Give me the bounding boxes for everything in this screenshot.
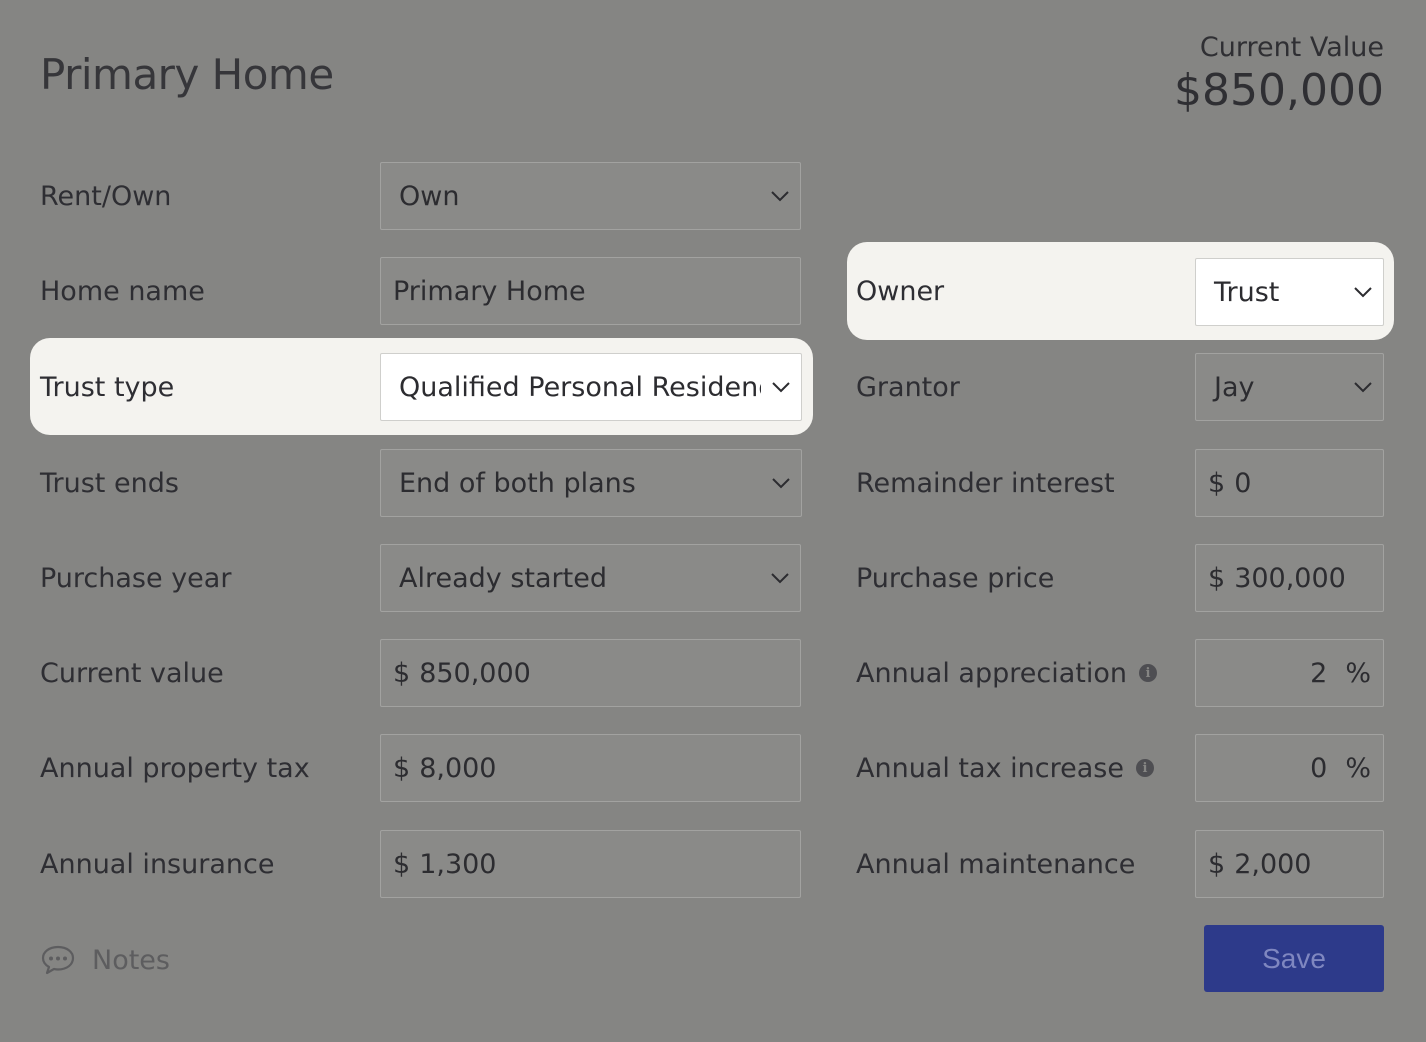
- property-tax-label: Annual property tax: [40, 752, 310, 784]
- appreciation-input[interactable]: 2 %: [1195, 639, 1384, 707]
- home-name-label: Home name: [40, 275, 205, 307]
- percent-symbol: %: [1345, 752, 1371, 784]
- owner-value: Trust: [1214, 276, 1280, 308]
- trust-type-label: Trust type: [40, 371, 175, 403]
- trust-ends-select[interactable]: End of both plans: [380, 449, 802, 517]
- property-tax-input[interactable]: $ 8,000: [380, 734, 801, 802]
- tax-increase-input[interactable]: 0 %: [1195, 734, 1384, 802]
- purchase-price-label: Purchase price: [856, 562, 1055, 594]
- chevron-down-icon: [1343, 381, 1383, 393]
- current-value-summary-label: Current Value: [1199, 32, 1384, 63]
- purchase-year-value: Already started: [399, 562, 607, 594]
- purchase-price-input[interactable]: $ 300,000: [1195, 544, 1384, 612]
- info-icon[interactable]: i: [1135, 759, 1154, 777]
- chevron-down-icon: [761, 477, 801, 489]
- currency-symbol: $: [393, 752, 411, 784]
- trust-ends-value: End of both plans: [399, 467, 636, 499]
- remainder-interest-input[interactable]: $ 0: [1195, 449, 1384, 517]
- chevron-down-icon: [761, 381, 801, 393]
- trust-ends-label: Trust ends: [40, 467, 179, 499]
- current-value-input[interactable]: $ 850,000: [380, 639, 801, 707]
- home-name-value: Primary Home: [393, 275, 586, 307]
- current-value-label: Current value: [40, 657, 224, 689]
- appreciation-label: Annual appreciation: [856, 657, 1127, 689]
- trust-type-select[interactable]: Qualified Personal Residence Trust: [380, 353, 802, 421]
- purchase-year-select[interactable]: Already started: [380, 544, 801, 612]
- purchase-year-label: Purchase year: [40, 562, 232, 594]
- maintenance-amount: 2,000: [1234, 848, 1312, 880]
- page-title: Primary Home: [40, 50, 334, 99]
- currency-symbol: $: [393, 848, 411, 880]
- appreciation-label-row: Annual appreciation i: [856, 639, 1157, 707]
- info-icon[interactable]: i: [1139, 664, 1157, 682]
- tax-increase-value: 0: [1310, 752, 1328, 784]
- current-value-amount: 850,000: [419, 657, 531, 689]
- currency-symbol: $: [1208, 562, 1226, 594]
- purchase-price-amount: 300,000: [1234, 562, 1346, 594]
- rent-own-select[interactable]: Own: [380, 162, 801, 230]
- save-button[interactable]: Save: [1204, 925, 1384, 992]
- notes-link[interactable]: Notes: [40, 940, 170, 980]
- home-name-input[interactable]: Primary Home: [380, 257, 801, 325]
- current-value-summary: Current Value $850,000: [1174, 32, 1384, 116]
- maintenance-label: Annual maintenance: [856, 848, 1136, 880]
- owner-label: Owner: [856, 275, 945, 307]
- chevron-down-icon: [760, 572, 800, 584]
- chevron-down-icon: [760, 190, 800, 202]
- maintenance-input[interactable]: $ 2,000: [1195, 830, 1384, 898]
- current-value-summary-amount: $850,000: [1174, 65, 1384, 116]
- chevron-down-icon: [1343, 286, 1383, 298]
- trust-type-value: Qualified Personal Residence Trust: [399, 371, 761, 403]
- tax-increase-label: Annual tax increase: [856, 752, 1124, 784]
- insurance-label: Annual insurance: [40, 848, 275, 880]
- rent-own-label: Rent/Own: [40, 180, 172, 212]
- currency-symbol: $: [1208, 848, 1226, 880]
- appreciation-value: 2: [1310, 657, 1328, 689]
- currency-symbol: $: [1208, 467, 1226, 499]
- percent-symbol: %: [1345, 657, 1371, 689]
- insurance-amount: 1,300: [419, 848, 497, 880]
- tax-increase-label-row: Annual tax increase i: [856, 734, 1154, 802]
- currency-symbol: $: [393, 657, 411, 689]
- grantor-label: Grantor: [856, 371, 960, 403]
- owner-select[interactable]: Trust: [1195, 258, 1384, 326]
- remainder-interest-label: Remainder interest: [856, 467, 1115, 499]
- grantor-value: Jay: [1214, 371, 1255, 403]
- property-tax-amount: 8,000: [419, 752, 497, 784]
- speech-bubble-icon: [41, 945, 75, 975]
- insurance-input[interactable]: $ 1,300: [380, 830, 801, 898]
- remainder-interest-amount: 0: [1234, 467, 1252, 499]
- rent-own-value: Own: [399, 180, 460, 212]
- notes-label: Notes: [92, 944, 170, 976]
- grantor-select[interactable]: Jay: [1195, 353, 1384, 421]
